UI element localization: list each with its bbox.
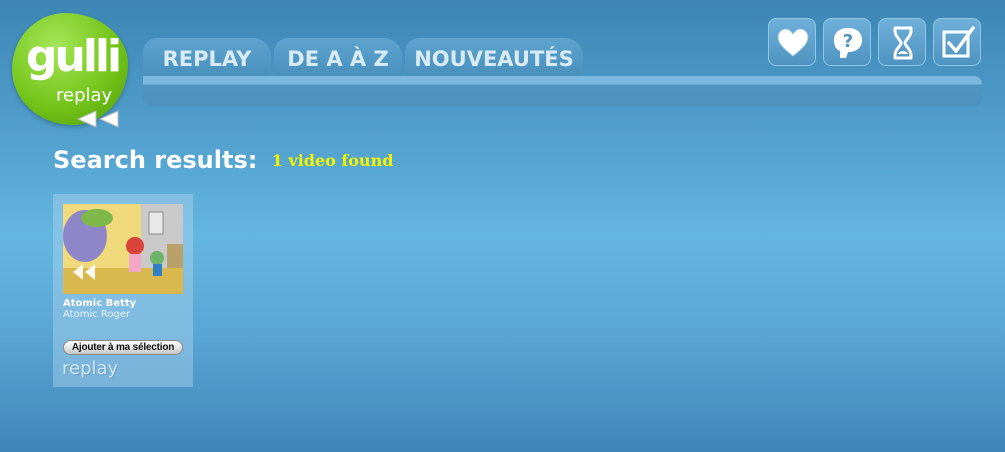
tab-replay[interactable]: REPLAY [143,38,271,76]
thumbnail-image [63,204,183,294]
search-results-title: Search results: [53,146,258,174]
checkbox-icon [942,26,975,58]
sub-navigation-bar [143,76,982,106]
logo-wordmark: gulli [26,31,122,82]
search-results-heading: Search results: 1 video found [53,146,393,174]
add-to-selection-button[interactable]: Ajouter à ma sélection [63,340,183,355]
episode-title: Atomic Roger [63,309,131,320]
svg-text:?: ? [843,31,853,52]
gulli-replay-logo[interactable]: gulli replay [12,13,130,129]
result-count: 1 video found [271,151,394,170]
tab-de-a-a-z[interactable]: DE A À Z [274,38,402,76]
tab-nouveautes[interactable]: NOUVEAUTÉS [405,38,583,76]
rewind-icon [76,110,119,128]
help-icon: ? [834,28,862,58]
show-title: Atomic Betty [63,298,137,309]
logo-subtitle: replay [56,85,113,106]
my-selection-button[interactable] [933,18,981,66]
hourglass-icon [893,26,913,60]
help-button[interactable]: ? [823,18,871,66]
heart-icon [777,28,809,57]
favorites-button[interactable] [768,18,816,66]
history-button[interactable] [878,18,926,66]
video-thumbnail[interactable] [63,204,183,294]
video-card: Atomic Betty Atomic Roger Ajouter à ma s… [53,194,193,387]
replay-brand: replay [62,358,119,379]
